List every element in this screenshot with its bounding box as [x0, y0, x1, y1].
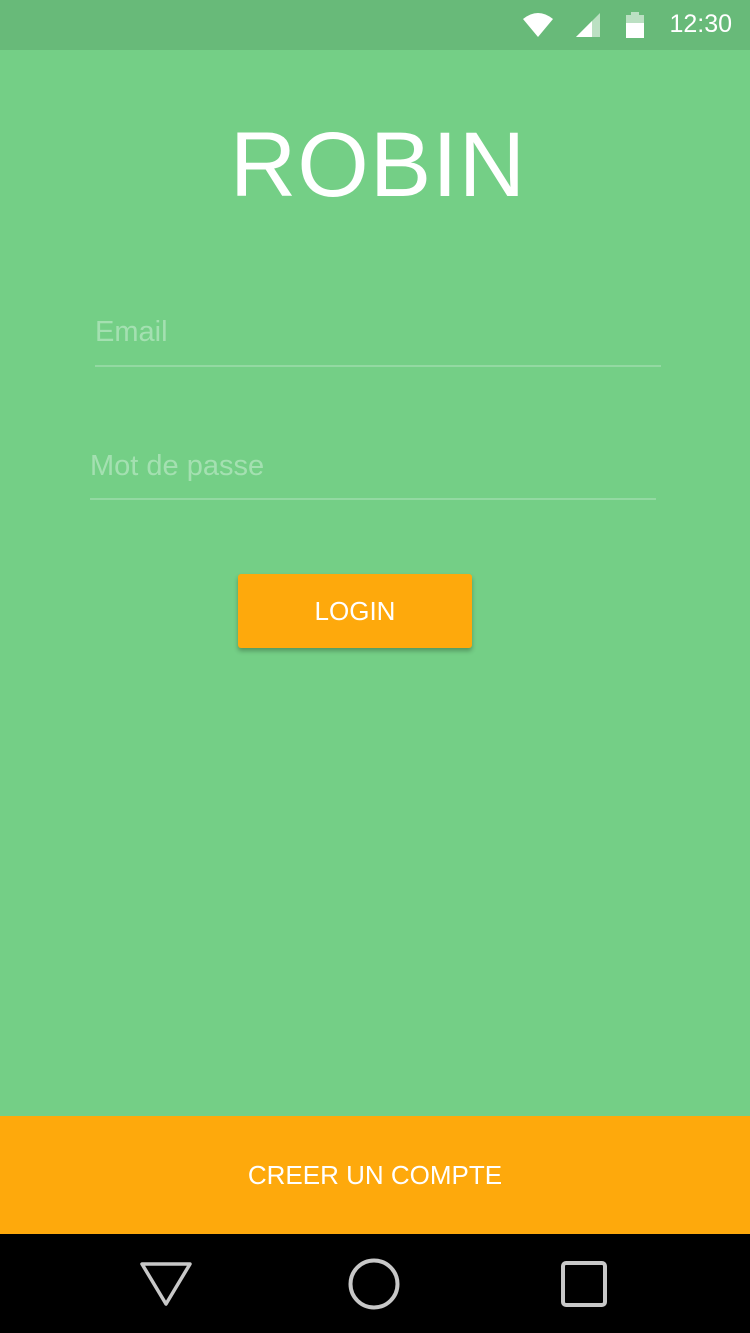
login-button[interactable]: LOGIN	[238, 574, 472, 648]
status-clock: 12:30	[669, 10, 732, 38]
recent-apps-icon[interactable]	[548, 1234, 620, 1333]
navigation-bar	[0, 1234, 750, 1333]
home-icon[interactable]	[338, 1234, 410, 1333]
wifi-icon	[522, 0, 554, 50]
password-field[interactable]	[90, 434, 656, 500]
email-field[interactable]	[95, 300, 661, 367]
create-account-button[interactable]: CREER UN COMPTE	[0, 1116, 750, 1234]
back-icon[interactable]	[130, 1234, 202, 1333]
status-bar: 12:30	[0, 0, 750, 50]
login-screen: 12:30 ROBIN LOGIN CREER UN COMPTE	[0, 0, 750, 1333]
battery-icon	[624, 0, 646, 50]
app-title: ROBIN	[229, 114, 527, 216]
cell-signal-icon	[575, 0, 601, 50]
